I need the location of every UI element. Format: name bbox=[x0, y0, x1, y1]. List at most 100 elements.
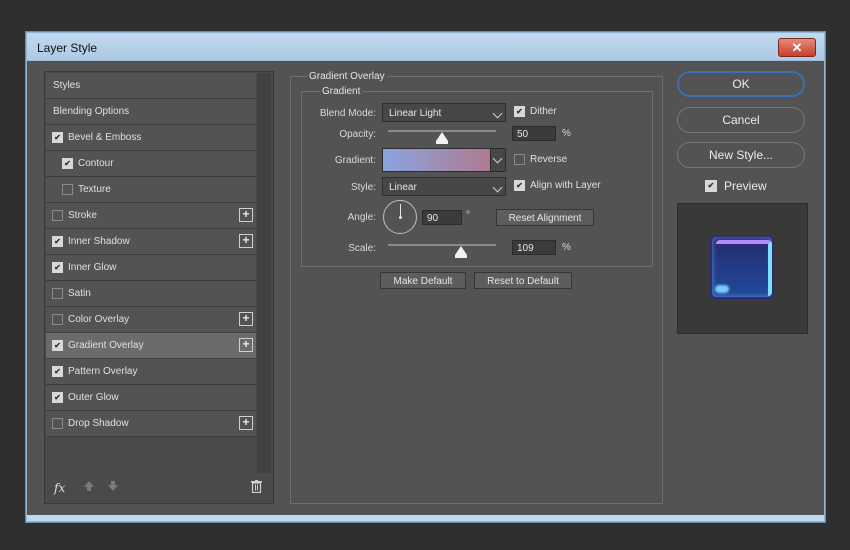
chevron-down-icon bbox=[492, 108, 503, 119]
ok-button[interactable]: OK bbox=[677, 71, 805, 97]
style-select[interactable]: Linear bbox=[382, 177, 506, 196]
style-item-label: Drop Shadow bbox=[68, 418, 129, 429]
opacity-input[interactable]: 50 bbox=[512, 126, 556, 141]
style-item-label: Gradient Overlay bbox=[68, 340, 144, 351]
reverse-label: Reverse bbox=[530, 154, 568, 165]
gradient-overlay-panel: Gradient Overlay Gradient Blend Mode: Li… bbox=[290, 71, 663, 504]
close-icon: ✕ bbox=[791, 40, 803, 55]
section-title: Gradient Overlay bbox=[307, 71, 387, 82]
add-icon[interactable]: + bbox=[239, 234, 253, 248]
checkbox-icon[interactable]: ✔ bbox=[52, 262, 63, 273]
style-item-label: Outer Glow bbox=[68, 392, 119, 403]
preview-checkbox[interactable]: ✔ Preview bbox=[705, 179, 767, 193]
angle-dial[interactable] bbox=[383, 200, 417, 234]
angle-input[interactable]: 90 bbox=[422, 210, 462, 225]
style-item-styles[interactable]: Styles bbox=[46, 73, 256, 99]
style-item-label: Inner Shadow bbox=[68, 236, 130, 247]
gradient-swatch[interactable] bbox=[382, 148, 492, 172]
title-bar[interactable]: Layer Style ✕ bbox=[27, 33, 824, 61]
layer-style-dialog: Layer Style ✕ Styles Blending Options ✔ Bev… bbox=[26, 32, 825, 522]
styles-panel: Styles Blending Options ✔ Bevel & Emboss ✔ Co… bbox=[44, 71, 274, 504]
style-item-texture[interactable]: Texture bbox=[46, 177, 256, 203]
style-item-bevel-emboss[interactable]: ✔ Bevel & Emboss bbox=[46, 125, 256, 151]
angle-center-dot bbox=[399, 216, 402, 219]
style-item-label: Pattern Overlay bbox=[68, 366, 138, 377]
chevron-down-icon bbox=[492, 182, 503, 193]
arrow-down-icon[interactable] bbox=[107, 480, 119, 495]
add-icon[interactable]: + bbox=[239, 312, 253, 326]
angle-label: Angle: bbox=[347, 212, 376, 223]
scale-slider-thumb[interactable] bbox=[455, 246, 467, 258]
checkbox-icon[interactable]: ✔ bbox=[62, 158, 73, 169]
fx-button[interactable]: fx bbox=[54, 481, 65, 495]
preview-label: Preview bbox=[724, 179, 767, 193]
style-item-inner-shadow[interactable]: ✔ Inner Shadow + bbox=[46, 229, 256, 255]
reverse-checkbox[interactable]: Reverse bbox=[514, 154, 567, 165]
style-item-stroke[interactable]: Stroke + bbox=[46, 203, 256, 229]
style-item-label: Inner Glow bbox=[68, 262, 117, 273]
style-item-blending-options[interactable]: Blending Options bbox=[46, 99, 256, 125]
style-item-inner-glow[interactable]: ✔ Inner Glow bbox=[46, 255, 256, 281]
style-preview bbox=[677, 203, 808, 334]
checkbox-icon[interactable] bbox=[52, 418, 63, 429]
checkbox-icon[interactable]: ✔ bbox=[52, 392, 63, 403]
blend-mode-select[interactable]: Linear Light bbox=[382, 103, 506, 122]
opacity-slider-thumb[interactable] bbox=[436, 132, 448, 144]
arrow-up-icon[interactable] bbox=[83, 480, 95, 495]
checkbox-icon[interactable] bbox=[52, 288, 63, 299]
style-item-drop-shadow[interactable]: Drop Shadow + bbox=[46, 411, 256, 437]
style-item-label: Contour bbox=[78, 158, 114, 169]
cancel-button[interactable]: Cancel bbox=[677, 107, 805, 133]
checkbox-icon[interactable] bbox=[52, 314, 63, 325]
checkbox-icon[interactable]: ✔ bbox=[52, 132, 63, 143]
preview-thumbnail bbox=[710, 235, 774, 299]
add-icon[interactable]: + bbox=[239, 416, 253, 430]
checkbox-icon[interactable]: ✔ bbox=[52, 236, 63, 247]
align-check-icon: ✔ bbox=[514, 180, 525, 191]
reset-to-default-button[interactable]: Reset to Default bbox=[474, 272, 572, 289]
bottom-border bbox=[27, 515, 824, 521]
opacity-label: Opacity: bbox=[339, 129, 376, 140]
blend-mode-value: Linear Light bbox=[389, 108, 442, 119]
checkbox-icon[interactable]: ✔ bbox=[52, 366, 63, 377]
style-item-satin[interactable]: Satin bbox=[46, 281, 256, 307]
style-item-pattern-overlay[interactable]: ✔ Pattern Overlay bbox=[46, 359, 256, 385]
dither-label: Dither bbox=[530, 106, 557, 117]
checkbox-icon[interactable] bbox=[52, 210, 63, 221]
scale-input[interactable]: 109 bbox=[512, 240, 556, 255]
make-default-button[interactable]: Make Default bbox=[380, 272, 466, 289]
dither-checkbox[interactable]: ✔ Dither bbox=[514, 106, 557, 117]
align-label: Align with Layer bbox=[530, 180, 601, 191]
scale-slider[interactable] bbox=[388, 244, 496, 246]
styles-toolbar: fx bbox=[45, 475, 273, 503]
style-item-label: Color Overlay bbox=[68, 314, 130, 325]
styles-list: Styles Blending Options ✔ Bevel & Emboss ✔ Co… bbox=[46, 73, 256, 437]
close-button[interactable]: ✕ bbox=[778, 38, 816, 57]
style-item-label: Satin bbox=[68, 288, 91, 299]
style-item-label: Bevel & Emboss bbox=[68, 132, 142, 143]
angle-unit: ° bbox=[466, 210, 470, 221]
add-icon[interactable]: + bbox=[239, 208, 253, 222]
add-icon[interactable]: + bbox=[239, 338, 253, 352]
style-item-outer-glow[interactable]: ✔ Outer Glow bbox=[46, 385, 256, 411]
style-item-color-overlay[interactable]: Color Overlay + bbox=[46, 307, 256, 333]
style-label: Style: bbox=[350, 182, 376, 193]
gradient-group: Gradient Blend Mode: Linear Light ✔ Dith… bbox=[301, 86, 653, 267]
gradient-label: Gradient: bbox=[334, 155, 376, 166]
style-value: Linear bbox=[389, 182, 417, 193]
style-item-contour[interactable]: ✔ Contour bbox=[46, 151, 256, 177]
gradient-dropdown[interactable] bbox=[490, 148, 506, 172]
preview-glow bbox=[715, 285, 729, 293]
checkbox-icon[interactable] bbox=[62, 184, 73, 195]
reverse-check-icon bbox=[514, 154, 525, 165]
styles-scrollbar[interactable] bbox=[257, 73, 271, 473]
style-item-label: Stroke bbox=[68, 210, 97, 221]
style-item-label: Texture bbox=[78, 184, 111, 195]
checkbox-icon[interactable]: ✔ bbox=[52, 340, 63, 351]
blend-mode-label: Blend Mode: bbox=[319, 108, 376, 119]
new-style-button[interactable]: New Style... bbox=[677, 142, 805, 168]
trash-icon[interactable] bbox=[251, 480, 262, 494]
reset-alignment-button[interactable]: Reset Alignment bbox=[496, 209, 594, 226]
align-with-layer-checkbox[interactable]: ✔ Align with Layer bbox=[514, 180, 601, 191]
style-item-gradient-overlay[interactable]: ✔ Gradient Overlay + bbox=[46, 333, 256, 359]
